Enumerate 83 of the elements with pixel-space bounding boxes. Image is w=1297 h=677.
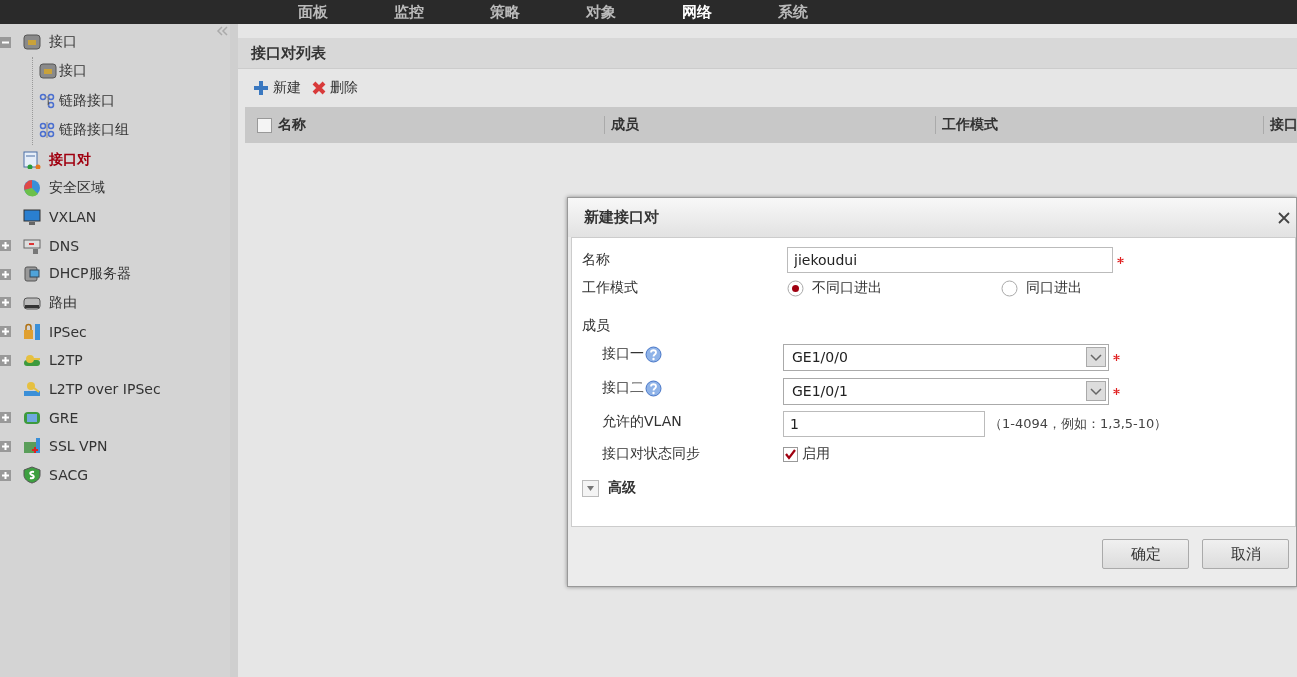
field-label: 允许的VLAN — [602, 413, 682, 431]
interface-select[interactable]: GE1/0/1 — [783, 377, 1109, 405]
interface-select[interactable]: GE1/0/0 — [783, 343, 1109, 371]
dialog-title: 新建接口对 — [584, 208, 659, 227]
menu-icon — [39, 91, 57, 110]
help-icon[interactable] — [645, 345, 662, 363]
collapse-icon[interactable] — [0, 36, 11, 48]
sidebar-item[interactable]: DHCP服务器 — [49, 265, 131, 284]
nav-tab[interactable]: 系统 — [778, 0, 818, 24]
menu-icon — [23, 236, 41, 255]
sidebar-item[interactable]: VXLAN — [49, 208, 97, 225]
collapse-icon[interactable] — [216, 26, 228, 36]
menu-icon — [23, 179, 41, 198]
expand-icon[interactable] — [0, 440, 11, 452]
nav-tab[interactable]: 策略 — [490, 0, 530, 24]
section-label: 成员 — [582, 317, 610, 335]
checkbox-label: 启用 — [802, 445, 830, 463]
column-header: 工作模式 — [942, 116, 998, 134]
sidebar-item[interactable]: L2TP over IPSec — [49, 381, 161, 398]
menu-icon — [39, 62, 57, 81]
expand-icon[interactable] — [0, 297, 11, 309]
column-header: 成员 — [611, 116, 639, 134]
help-icon[interactable] — [645, 379, 662, 397]
dialog-button[interactable]: 确定 — [1102, 539, 1189, 569]
sidebar-item[interactable]: DNS — [49, 237, 80, 254]
menu-icon — [23, 33, 41, 52]
radio-option[interactable]: 不同口进出 — [787, 279, 997, 297]
enable-checkbox[interactable] — [783, 446, 798, 462]
dropdown-icon[interactable] — [1086, 347, 1106, 367]
field-label: 接口二 — [602, 379, 644, 397]
expand-icon[interactable] — [0, 469, 11, 481]
expand-icon[interactable] — [0, 240, 11, 252]
sidebar-item[interactable]: GRE — [49, 409, 79, 426]
hint-text: （1-4094，例如：1,3,5-10） — [989, 415, 1168, 433]
sidebar-item[interactable]: SACG — [49, 467, 89, 484]
delete-button[interactable]: 删除 — [311, 79, 358, 97]
sidebar-item[interactable]: 链路接口 — [59, 91, 115, 110]
menu-icon — [39, 121, 57, 140]
menu-icon — [23, 322, 41, 341]
nav-tab[interactable]: 面板 — [298, 0, 338, 24]
expand-icon[interactable] — [0, 412, 11, 424]
select-all-checkbox[interactable] — [257, 117, 272, 133]
new-button[interactable]: 新建 — [252, 79, 301, 97]
menu-icon — [23, 265, 41, 284]
radio-icon[interactable] — [1001, 279, 1018, 297]
field-label: 工作模式 — [582, 279, 638, 297]
expand-icon[interactable] — [0, 268, 11, 280]
nav-tab[interactable]: 网络 — [682, 0, 722, 24]
nav-tab[interactable]: 对象 — [586, 0, 626, 24]
menu-icon — [23, 207, 41, 226]
radio-option[interactable]: 同口进出 — [1001, 279, 1211, 297]
expand-icon[interactable] — [0, 354, 11, 366]
sidebar-item[interactable]: SSL VPN — [49, 438, 108, 455]
menu-icon — [23, 466, 41, 485]
field-label: 接口对状态同步 — [602, 445, 700, 463]
nav-tab[interactable]: 监控 — [394, 0, 434, 24]
menu-icon — [23, 380, 41, 399]
plus-icon — [252, 79, 270, 97]
sidebar-item[interactable]: 安全区域 — [49, 179, 105, 198]
menu-icon — [23, 437, 41, 456]
column-header: 接口 — [1270, 116, 1297, 134]
menu-icon — [23, 150, 41, 169]
sidebar-item[interactable]: 接口对 — [49, 150, 91, 169]
dropdown-icon[interactable] — [1086, 381, 1106, 401]
sidebar-item[interactable]: 链路接口组 — [59, 121, 129, 140]
radio-icon[interactable] — [787, 279, 804, 297]
vlan-input[interactable]: 1 — [783, 411, 985, 437]
column-header: 名称 — [278, 116, 306, 134]
expand-icon[interactable] — [0, 326, 11, 338]
caret-icon[interactable] — [582, 479, 599, 497]
sidebar-item[interactable]: 接口 — [49, 33, 77, 52]
sidebar-item[interactable]: 路由 — [49, 293, 77, 312]
advanced-toggle[interactable]: 高级 — [582, 479, 636, 497]
field-label: 名称 — [582, 251, 610, 269]
sidebar-item[interactable]: 接口 — [59, 62, 87, 81]
name-input[interactable]: jiekoudui — [787, 247, 1113, 273]
sidebar-item[interactable]: L2TP — [49, 352, 83, 369]
dialog-button[interactable]: 取消 — [1202, 539, 1289, 569]
panel-title: 接口对列表 — [251, 43, 326, 63]
sidebar-item[interactable]: IPSec — [49, 323, 87, 340]
close-icon[interactable] — [1278, 211, 1290, 224]
field-label: 接口一 — [602, 345, 644, 363]
delete-icon — [311, 80, 327, 96]
